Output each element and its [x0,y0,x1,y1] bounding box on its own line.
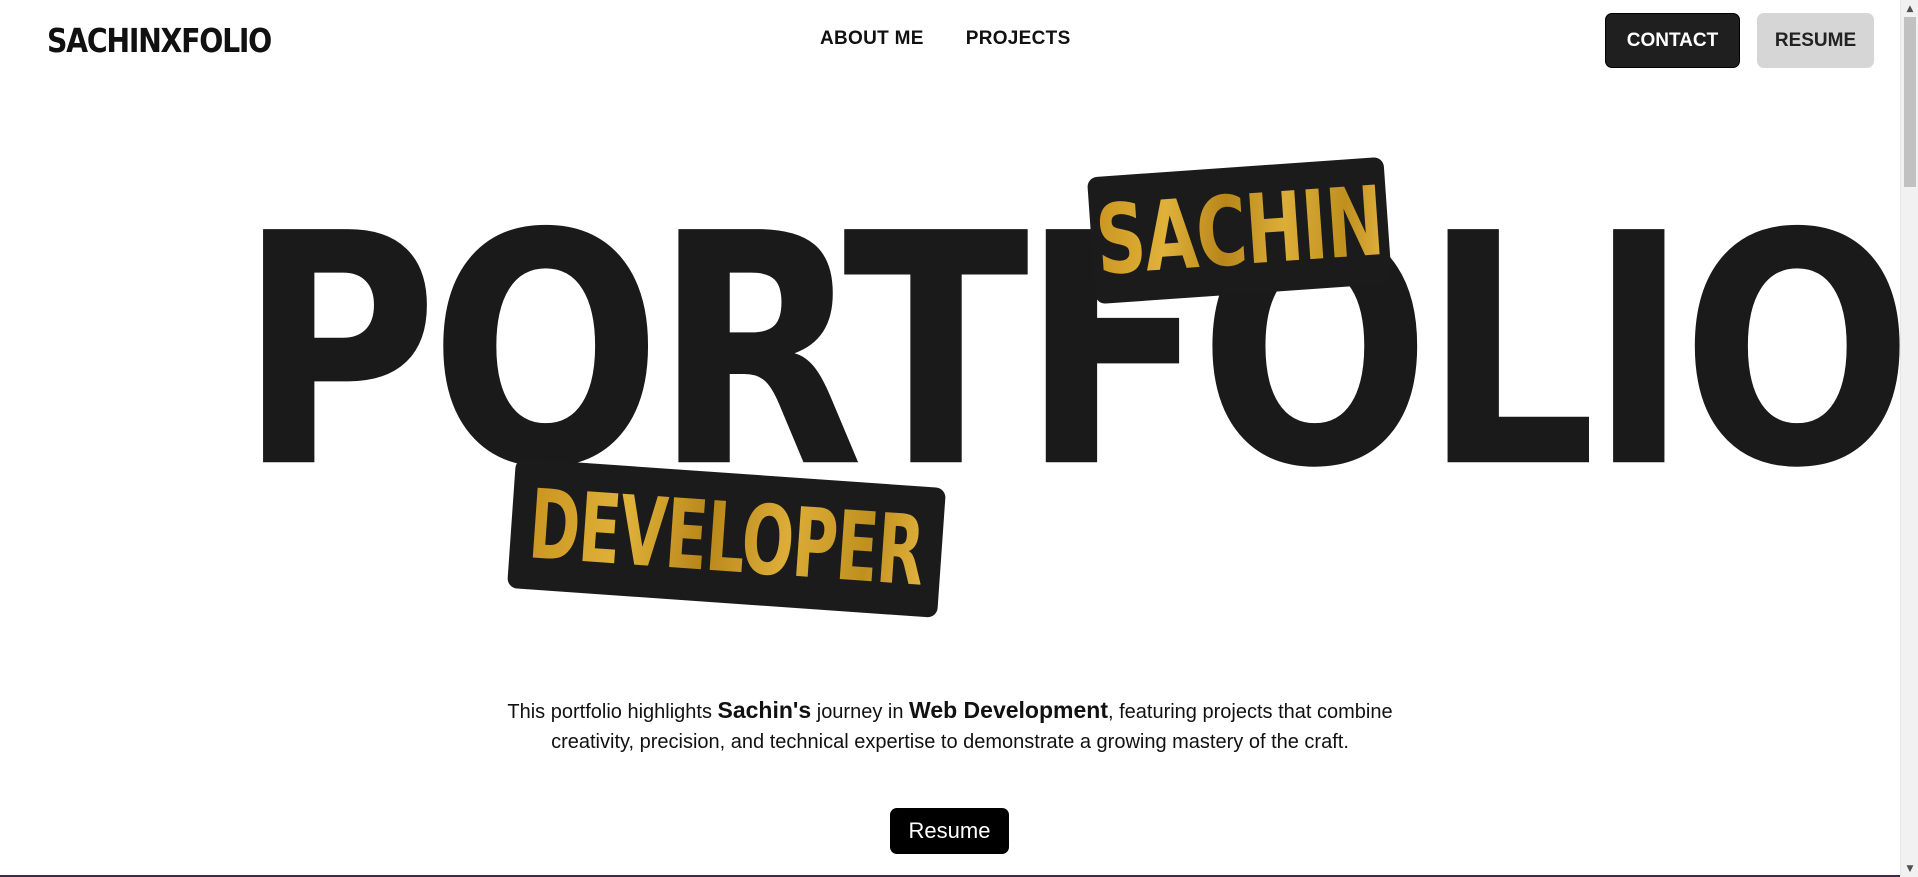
resume-button[interactable]: Resume [890,808,1009,854]
scrollbar-thumb[interactable] [1904,17,1916,187]
nav-projects[interactable]: PROJECTS [966,28,1071,50]
contact-button[interactable]: CONTACT [1605,13,1740,68]
hero-word-text: PORTFOLIO [238,165,1913,538]
sachin-tag: SACHIN [1086,156,1393,305]
site-logo[interactable]: SACHINXFOLIO [47,20,272,62]
main-nav: ABOUT ME PROJECTS [820,28,1071,50]
scroll-up-arrow-icon[interactable]: ▲ [1901,0,1918,17]
scroll-down-arrow-icon[interactable]: ▼ [1901,860,1918,877]
intro-paragraph: This portfolio highlights Sachin's journ… [480,695,1420,757]
intro-name: Sachin's [717,697,812,723]
resume-header-button[interactable]: RESUME [1757,13,1874,68]
intro-field: Web Development [909,697,1108,723]
intro-text-2: journey in [811,701,910,723]
developer-tag-text: DEVELOPER [525,468,928,608]
portfolio-page: SACHINXFOLIO ABOUT ME PROJECTS CONTACT R… [0,0,1918,877]
intro-text-1: This portfolio highlights [507,701,718,723]
nav-about-me[interactable]: ABOUT ME [820,28,924,50]
sachin-tag-text: SACHIN [1092,164,1387,297]
page-scrollbar[interactable]: ▲ ▼ [1900,0,1918,877]
